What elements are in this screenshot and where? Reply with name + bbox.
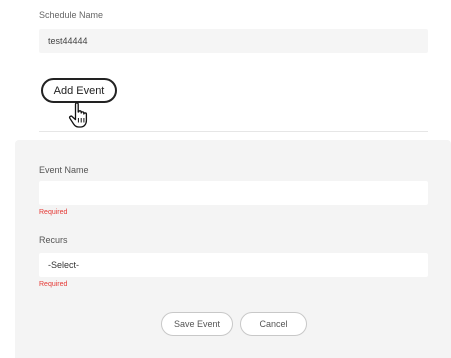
save-event-button[interactable]: Save Event (161, 312, 233, 336)
cancel-button[interactable]: Cancel (240, 312, 307, 336)
divider (39, 131, 428, 132)
recurs-selected-value: -Select- (48, 260, 80, 270)
event-name-input[interactable] (39, 181, 428, 205)
event-name-required-error: Required (39, 209, 68, 216)
recurs-required-error: Required (39, 281, 68, 288)
schedule-name-label: Schedule Name (39, 10, 104, 20)
hand-pointer-icon (68, 102, 88, 128)
recurs-label: Recurs (39, 235, 68, 245)
event-name-label: Event Name (39, 165, 89, 175)
recurs-select[interactable]: -Select- (39, 253, 428, 277)
schedule-name-input[interactable] (39, 29, 428, 53)
add-event-button[interactable]: Add Event (41, 78, 117, 103)
